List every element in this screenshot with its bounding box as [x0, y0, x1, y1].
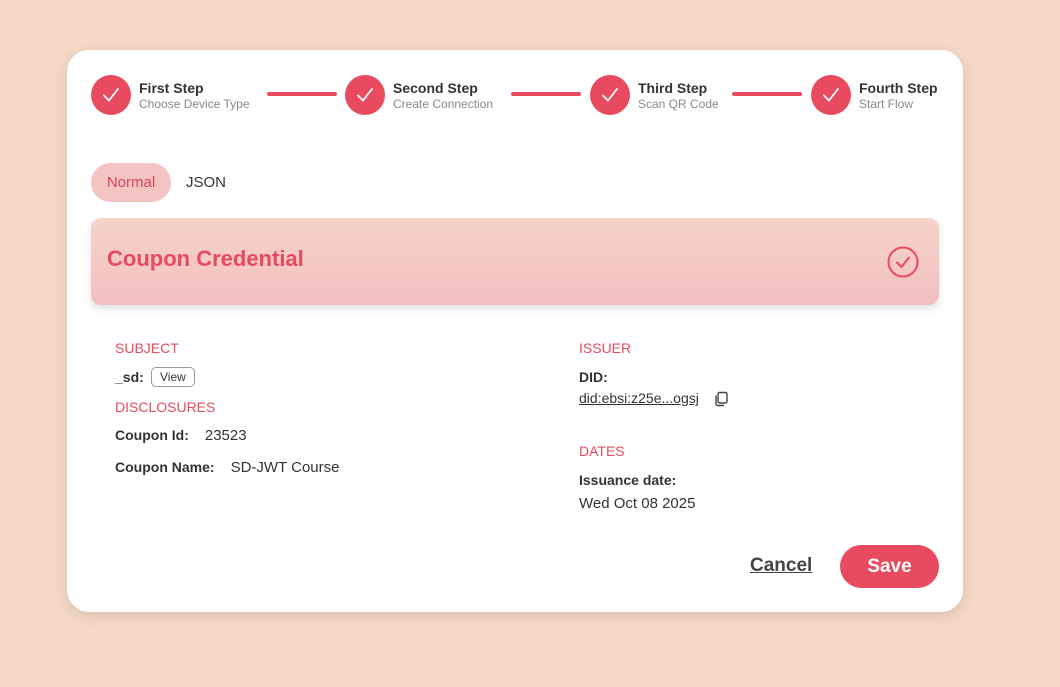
step-connector — [267, 92, 337, 96]
view-button[interactable]: View — [151, 367, 195, 387]
step-title: Second Step — [393, 79, 478, 96]
dates-heading: DATES — [579, 443, 625, 459]
did-label: DID: — [579, 369, 608, 385]
step-title: Fourth Step — [859, 79, 938, 96]
step-second: Second Step Create Connection — [345, 75, 493, 115]
subject-heading: SUBJECT — [115, 340, 179, 356]
disclosure-label: Coupon Id: — [115, 427, 189, 443]
check-icon — [345, 75, 385, 115]
disclosure-label: Coupon Name: — [115, 459, 215, 475]
save-button[interactable]: Save — [840, 545, 939, 588]
tab-normal[interactable]: Normal — [91, 163, 171, 202]
step-subtitle: Start Flow — [859, 96, 914, 111]
issuance-date-value: Wed Oct 08 2025 — [579, 495, 696, 512]
step-fourth: Fourth Step Start Flow — [811, 75, 938, 115]
step-third: Third Step Scan QR Code — [590, 75, 719, 115]
credential-banner[interactable]: Coupon Credential — [91, 218, 939, 305]
step-title: First Step — [139, 79, 204, 96]
issuance-date-label: Issuance date: — [579, 472, 677, 488]
check-icon — [91, 75, 131, 115]
step-connector — [732, 92, 802, 96]
step-title: Third Step — [638, 79, 708, 96]
did-link[interactable]: did:ebsi:z25e...ogsj — [579, 390, 699, 406]
check-icon — [590, 75, 630, 115]
credential-title: Coupon Credential — [107, 246, 304, 271]
step-connector — [511, 92, 581, 96]
sd-label: _sd: — [115, 369, 144, 385]
issuer-heading: ISSUER — [579, 340, 632, 356]
tab-json[interactable]: JSON — [186, 163, 226, 202]
check-icon — [811, 75, 851, 115]
cancel-button[interactable]: Cancel — [750, 555, 812, 577]
disclosure-value: SD-JWT Course — [230, 459, 340, 476]
disclosure-row: Coupon Id: 23523 — [115, 427, 247, 444]
credential-card: First Step Choose Device Type Second Ste… — [67, 50, 963, 612]
step-subtitle: Scan QR Code — [638, 96, 719, 111]
check-circle-icon — [887, 246, 919, 278]
disclosures-heading: DISCLOSURES — [115, 399, 216, 415]
disclosure-row: Coupon Name: SD-JWT Course — [115, 459, 339, 476]
step-subtitle: Choose Device Type — [139, 96, 250, 111]
copy-icon[interactable] — [713, 391, 729, 407]
disclosure-value: 23523 — [204, 427, 247, 444]
step-first: First Step Choose Device Type — [91, 75, 250, 115]
step-subtitle: Create Connection — [393, 96, 494, 111]
